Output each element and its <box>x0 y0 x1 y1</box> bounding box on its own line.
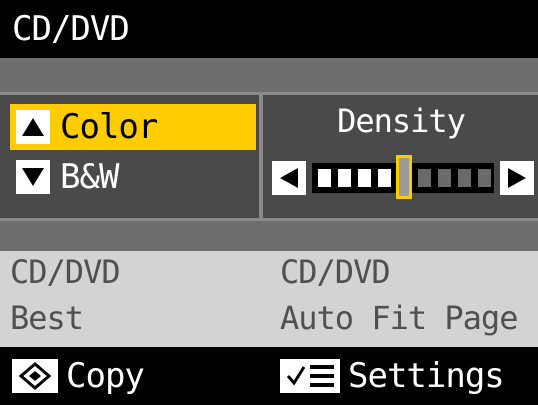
density-title: Density <box>337 102 466 140</box>
density-segment <box>458 169 471 187</box>
density-segment <box>338 169 351 187</box>
density-segment <box>418 169 431 187</box>
copy-button[interactable]: Copy <box>12 356 145 396</box>
left-arrow-icon[interactable] <box>272 161 306 195</box>
settings-summary: CD/DVD Best CD/DVD Auto Fit Page <box>0 251 538 347</box>
summary-quality: Best <box>10 299 84 337</box>
density-segment <box>438 169 451 187</box>
summary-media: CD/DVD <box>10 253 121 291</box>
divider <box>0 92 538 95</box>
summary-fit: Auto Fit Page <box>280 299 518 337</box>
bottom-bar: Copy Settings <box>0 347 538 405</box>
lcd-screen: CD/DVD Color B&W Density CD/DVD Best CD/… <box>0 0 538 405</box>
right-arrow-icon[interactable] <box>500 161 534 195</box>
density-thumb[interactable] <box>396 155 412 199</box>
option-label: B&W <box>60 157 119 197</box>
start-diamond-icon <box>12 359 58 393</box>
copy-label: Copy <box>66 356 145 396</box>
density-segment <box>318 169 331 187</box>
density-segment <box>358 169 371 187</box>
option-bw[interactable]: B&W <box>10 154 256 200</box>
separator-band <box>0 58 538 92</box>
divider <box>259 92 263 221</box>
option-color[interactable]: Color <box>10 104 256 150</box>
screen-title: CD/DVD <box>0 0 538 58</box>
down-arrow-icon <box>16 160 50 194</box>
option-label: Color <box>60 107 158 147</box>
density-track[interactable] <box>312 155 494 199</box>
settings-list-icon <box>280 359 340 393</box>
settings-label: Settings <box>348 356 505 396</box>
density-slider[interactable] <box>272 152 534 204</box>
separator-band <box>0 221 538 251</box>
density-segment <box>478 169 491 187</box>
options-panel: Color B&W Density <box>0 92 538 221</box>
up-arrow-icon <box>16 110 50 144</box>
settings-button[interactable]: Settings <box>280 356 505 396</box>
density-segment <box>378 169 391 187</box>
summary-layout-media: CD/DVD <box>280 253 391 291</box>
